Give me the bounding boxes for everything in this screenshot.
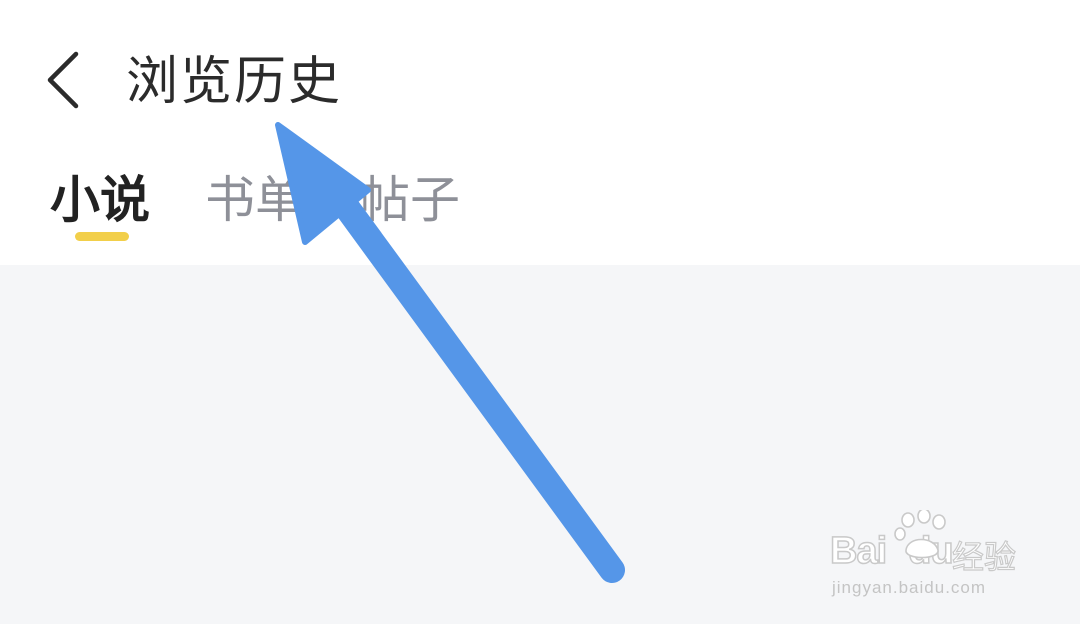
history-list-empty-area — [0, 265, 1080, 624]
header-bar: 浏览历史 — [0, 0, 1080, 160]
back-button[interactable] — [30, 40, 100, 124]
tab-posts[interactable]: 帖子 — [360, 170, 460, 240]
tab-booklists[interactable]: 书单 — [205, 170, 305, 240]
tab-bar — [0, 160, 1080, 264]
tab-label: 书单 — [205, 171, 305, 229]
tab-label: 帖子 — [360, 171, 460, 229]
chevron-left-icon — [47, 51, 79, 109]
active-tab-indicator — [75, 232, 129, 241]
tab-novels[interactable]: 小说 — [50, 170, 150, 241]
tab-label: 小说 — [50, 171, 150, 229]
page-title: 浏览历史 — [126, 52, 343, 112]
